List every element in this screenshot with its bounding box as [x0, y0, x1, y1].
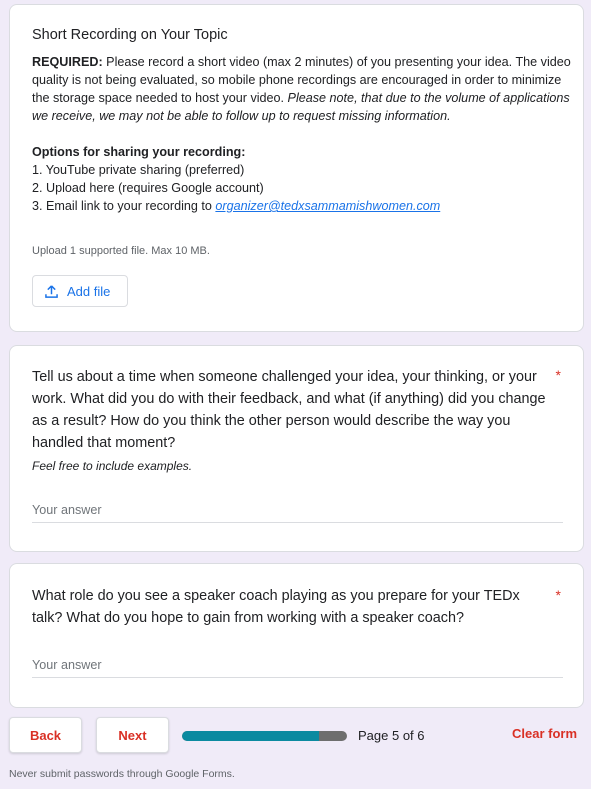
feedback-question-help: Feel free to include examples.: [32, 459, 193, 473]
feedback-answer-input[interactable]: Your answer: [32, 503, 563, 523]
progress-fill: [182, 731, 319, 741]
next-button[interactable]: Next: [96, 717, 169, 753]
required-asterisk: *: [555, 367, 561, 383]
add-file-button[interactable]: Add file: [32, 275, 128, 307]
clear-form-button[interactable]: Clear form: [512, 726, 577, 741]
coach-answer-input[interactable]: Your answer: [32, 658, 563, 678]
page-indicator: Page 5 of 6: [358, 728, 425, 743]
option-email: 3. Email link to your recording to organ…: [32, 199, 441, 213]
required-asterisk: *: [555, 587, 561, 603]
required-paragraph: REQUIRED: Please record a short video (m…: [32, 53, 572, 125]
required-label: REQUIRED:: [32, 55, 103, 69]
organizer-email-link[interactable]: organizer@tedxsammamishwomen.com: [215, 199, 440, 213]
upload-question-description: REQUIRED: Please record a short video (m…: [32, 53, 572, 215]
feedback-question-card: Tell us about a time when someone challe…: [9, 345, 584, 552]
back-button[interactable]: Back: [9, 717, 82, 753]
upload-limit-note: Upload 1 supported file. Max 10 MB.: [32, 245, 210, 257]
footer-warning: Never submit passwords through Google Fo…: [9, 768, 235, 780]
option-youtube: 1. YouTube private sharing (preferred): [32, 163, 245, 177]
progress-bar: [182, 731, 347, 741]
coach-question-card: What role do you see a speaker coach pla…: [9, 563, 584, 708]
upload-question-title: Short Recording on Your Topic: [32, 27, 228, 43]
options-heading: Options for sharing your recording:: [32, 145, 246, 159]
upload-icon: [45, 284, 58, 298]
feedback-question-text: Tell us about a time when someone challe…: [32, 369, 546, 451]
add-file-label: Add file: [67, 283, 111, 299]
coach-question-text: What role do you see a speaker coach pla…: [32, 588, 520, 626]
option-upload: 2. Upload here (requires Google account): [32, 181, 264, 195]
upload-question-card: Short Recording on Your Topic REQUIRED: …: [9, 4, 584, 332]
